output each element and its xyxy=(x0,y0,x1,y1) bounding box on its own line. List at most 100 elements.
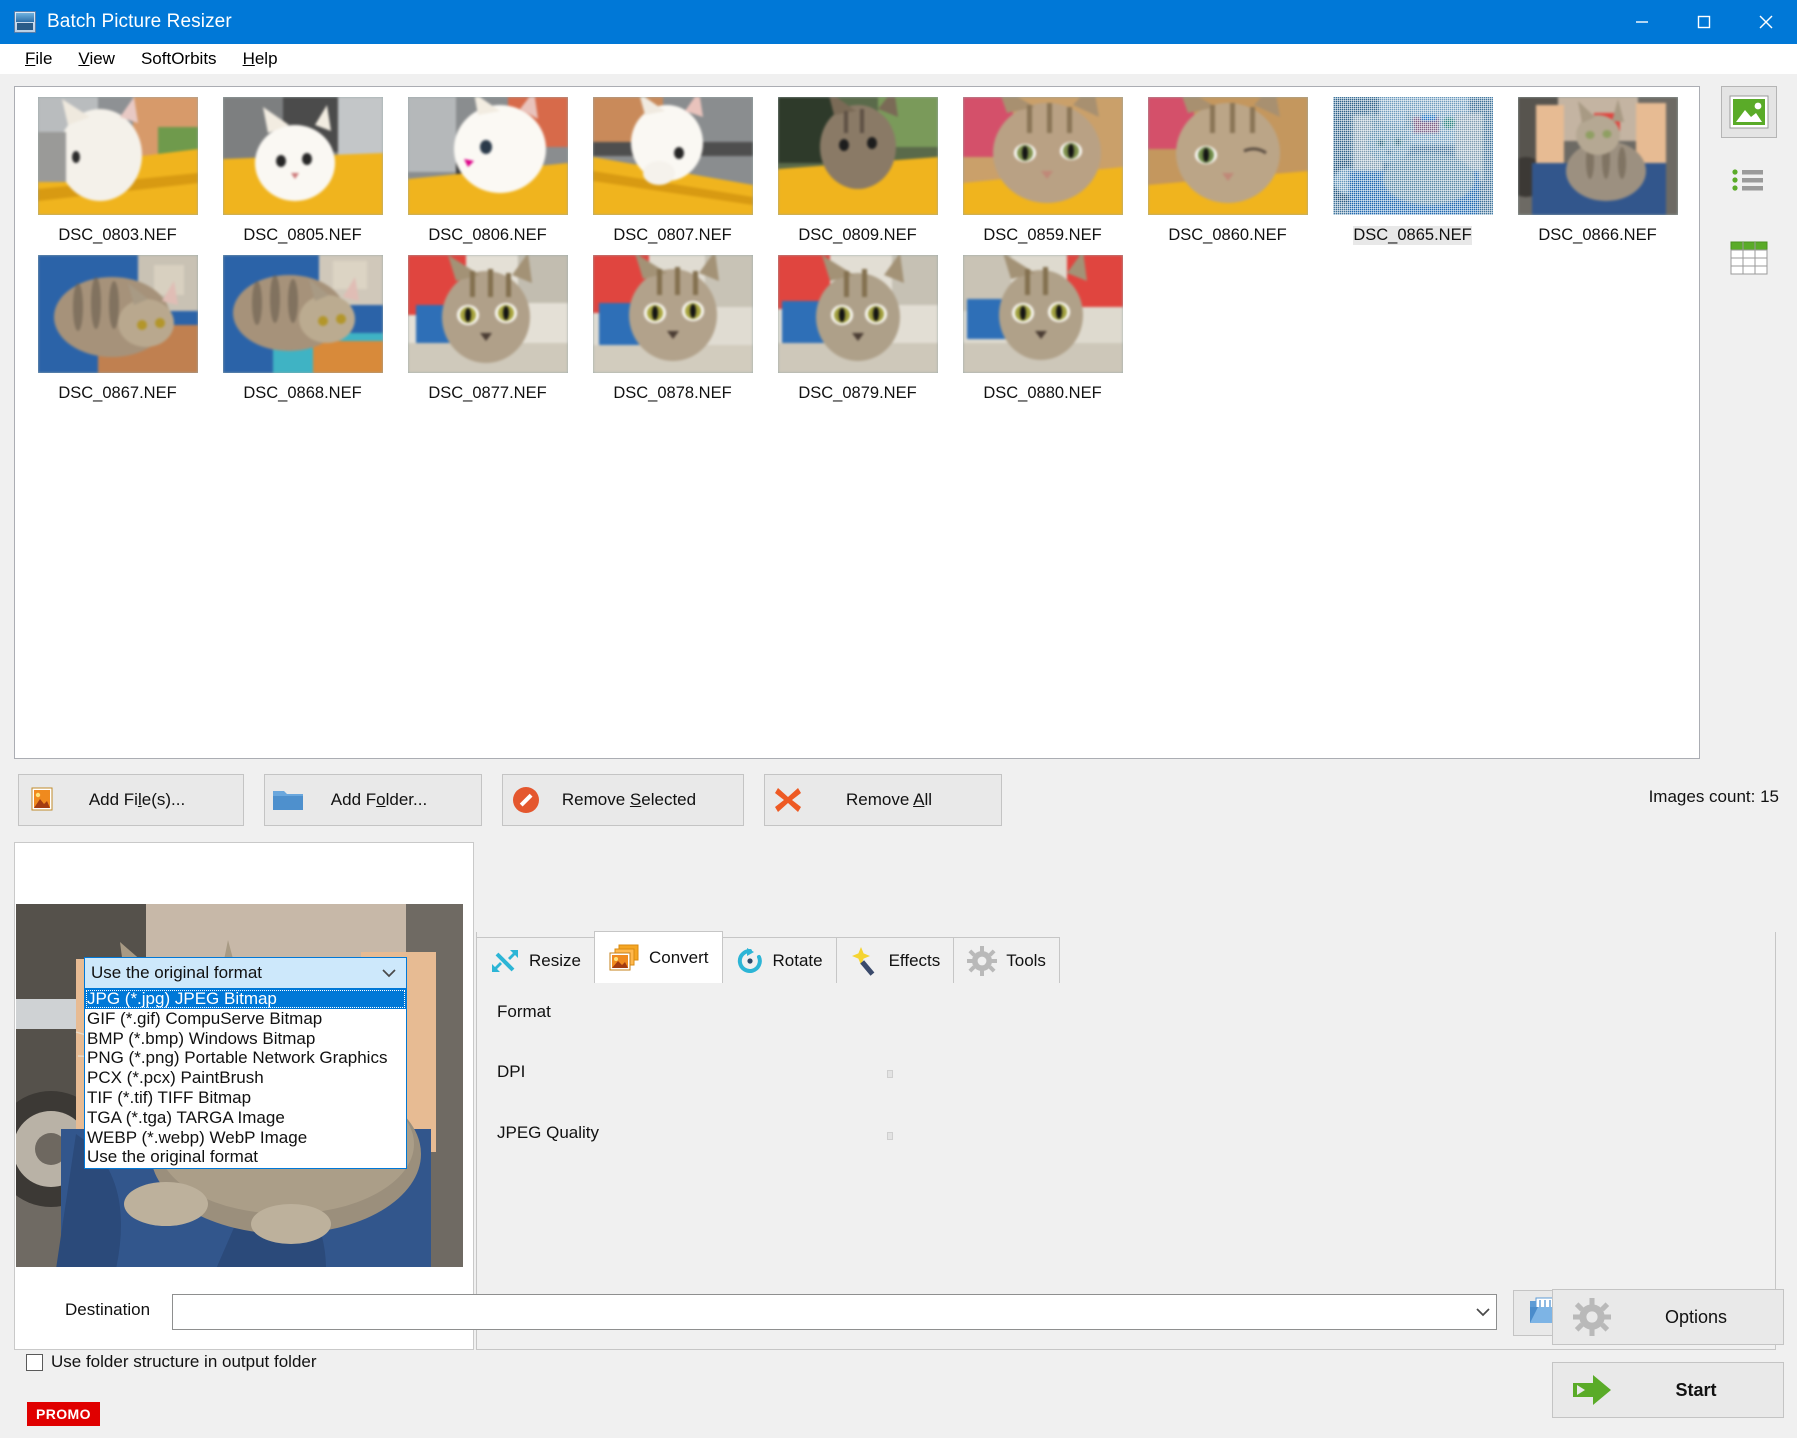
format-dropdown-list[interactable]: JPG (*.jpg) JPEG BitmapGIF (*.gif) Compu… xyxy=(84,989,407,1169)
thumbnail-image xyxy=(408,255,568,373)
view-mode-strip xyxy=(1714,86,1784,759)
start-button[interactable]: Start xyxy=(1552,1362,1784,1418)
gear-icon xyxy=(1553,1298,1631,1336)
thumbnail-picture xyxy=(1333,97,1493,215)
promo-badge[interactable]: PROMO xyxy=(27,1402,100,1426)
destination-label: Destination xyxy=(65,1300,150,1320)
format-option[interactable]: GIF (*.gif) CompuServe Bitmap xyxy=(85,1009,406,1029)
format-option[interactable]: JPG (*.jpg) JPEG Bitmap xyxy=(85,989,406,1009)
minimize-button[interactable] xyxy=(1611,0,1673,44)
tab-effects-label: Effects xyxy=(889,951,941,971)
details-view-button[interactable] xyxy=(1721,232,1777,284)
thumbnail-item[interactable]: DSC_0867.NEF xyxy=(25,255,210,403)
add-files-button[interactable]: Add File(s)... xyxy=(18,774,244,826)
jpeg-quality-row: JPEG Quality xyxy=(497,1123,599,1143)
remove-selected-label: Remove Selected xyxy=(549,790,743,810)
options-button[interactable]: Options xyxy=(1552,1289,1784,1345)
destination-combobox[interactable] xyxy=(172,1294,1497,1330)
format-option[interactable]: TIF (*.tif) TIFF Bitmap xyxy=(85,1088,406,1108)
thumbnail-image xyxy=(38,97,198,215)
thumbnail-item[interactable]: DSC_0878.NEF xyxy=(580,255,765,403)
format-option[interactable]: TGA (*.tga) TARGA Image xyxy=(85,1108,406,1128)
image-list-panel[interactable]: DSC_0803.NEF DSC_0805.NEF DSC_0806.NEF D… xyxy=(14,86,1700,759)
menu-bar: FFileile View SoftOrbits Help xyxy=(0,44,1797,74)
format-option[interactable]: Use the original format xyxy=(85,1147,406,1167)
thumbnail-filename: DSC_0860.NEF xyxy=(1168,226,1286,245)
format-combobox-value: Use the original format xyxy=(91,963,378,983)
tab-tools-label: Tools xyxy=(1006,951,1046,971)
list-view-button[interactable] xyxy=(1721,154,1777,206)
thumbnail-item[interactable]: DSC_0880.NEF xyxy=(950,255,1135,403)
thumbnail-image xyxy=(38,255,198,373)
thumbnail-item[interactable]: DSC_0865.NEF xyxy=(1320,97,1505,245)
thumbnail-item[interactable]: DSC_0860.NEF xyxy=(1135,97,1320,245)
maximize-button[interactable] xyxy=(1673,0,1735,44)
thumbnail-picture xyxy=(223,97,383,215)
thumbnail-image xyxy=(1333,97,1493,215)
thumbnail-item[interactable]: DSC_0807.NEF xyxy=(580,97,765,245)
remove-selected-button[interactable]: Remove Selected xyxy=(502,774,744,826)
tab-rotate[interactable]: Rotate xyxy=(722,937,837,983)
add-image-icon xyxy=(19,785,65,815)
file-actions-toolbar: Add File(s)... Add Folder... Remove Sele… xyxy=(18,774,1022,826)
thumbnail-item[interactable]: DSC_0809.NEF xyxy=(765,97,950,245)
use-folder-structure-checkbox[interactable] xyxy=(26,1354,43,1371)
tab-convert-label: Convert xyxy=(649,948,709,968)
remove-all-button[interactable]: Remove All xyxy=(764,774,1002,826)
thumbnail-picture xyxy=(963,97,1123,215)
thumbnail-item[interactable]: DSC_0859.NEF xyxy=(950,97,1135,245)
thumbnail-item[interactable]: DSC_0877.NEF xyxy=(395,255,580,403)
format-option[interactable]: BMP (*.bmp) Windows Bitmap xyxy=(85,1029,406,1049)
format-combobox[interactable]: Use the original format xyxy=(84,957,407,989)
tab-tools[interactable]: Tools xyxy=(953,937,1060,983)
dpi-label: DPI xyxy=(497,1062,525,1082)
format-option[interactable]: WEBP (*.webp) WebP Image xyxy=(85,1128,406,1148)
thumbnail-item[interactable]: DSC_0879.NEF xyxy=(765,255,950,403)
jpeg-quality-field-edge[interactable] xyxy=(887,1132,893,1140)
tab-resize[interactable]: Resize xyxy=(476,937,595,983)
add-files-label: Add File(s)... xyxy=(65,790,243,810)
tab-strip: Resize Convert xyxy=(476,931,1059,983)
menu-view[interactable]: View xyxy=(65,46,128,72)
thumbnail-image xyxy=(593,255,753,373)
thumbnail-image xyxy=(778,97,938,215)
thumbnail-picture xyxy=(1518,97,1678,215)
chevron-down-icon[interactable] xyxy=(1470,1308,1496,1317)
app-icon xyxy=(14,11,36,33)
tab-convert[interactable]: Convert xyxy=(594,931,723,983)
thumbnail-picture xyxy=(778,255,938,373)
thumbnail-item[interactable]: DSC_0868.NEF xyxy=(210,255,395,403)
thumbnail-picture xyxy=(593,255,753,373)
thumbnail-picture xyxy=(593,97,753,215)
add-folder-button[interactable]: Add Folder... xyxy=(264,774,482,826)
rotate-circular-arrow-icon xyxy=(736,947,764,975)
tab-effects[interactable]: Effects xyxy=(836,937,955,983)
format-option[interactable]: PNG (*.png) Portable Network Graphics xyxy=(85,1048,406,1068)
format-option[interactable]: PCX (*.pcx) PaintBrush xyxy=(85,1068,406,1088)
jpeg-quality-label: JPEG Quality xyxy=(497,1123,599,1143)
thumbnail-filename: DSC_0866.NEF xyxy=(1538,226,1656,245)
tab-rotate-label: Rotate xyxy=(773,951,823,971)
gear-icon xyxy=(967,946,997,976)
thumbnail-item[interactable]: DSC_0803.NEF xyxy=(25,97,210,245)
thumbnail-image xyxy=(408,97,568,215)
thumbnail-item[interactable]: DSC_0866.NEF xyxy=(1505,97,1690,245)
use-folder-structure-row[interactable]: Use folder structure in output folder xyxy=(26,1352,317,1372)
window-title: Batch Picture Resizer xyxy=(47,11,232,33)
thumbnail-filename: DSC_0809.NEF xyxy=(798,226,916,245)
thumbnails-view-button[interactable] xyxy=(1721,86,1777,138)
menu-softorbits[interactable]: SoftOrbits xyxy=(128,46,230,72)
options-label: Options xyxy=(1631,1307,1783,1328)
thumbnail-item[interactable]: DSC_0805.NEF xyxy=(210,97,395,245)
use-folder-structure-label: Use folder structure in output folder xyxy=(51,1352,317,1372)
menu-help[interactable]: Help xyxy=(230,46,291,72)
thumbnail-item[interactable]: DSC_0806.NEF xyxy=(395,97,580,245)
destination-input[interactable] xyxy=(173,1302,1470,1322)
close-button[interactable] xyxy=(1735,0,1797,44)
menu-file[interactable]: FFileile xyxy=(12,46,65,72)
dpi-field-edge[interactable] xyxy=(887,1070,893,1078)
thumbnail-picture xyxy=(963,255,1123,373)
thumbnail-picture xyxy=(778,97,938,215)
thumbnail-image xyxy=(223,97,383,215)
thumbnail-image xyxy=(778,255,938,373)
